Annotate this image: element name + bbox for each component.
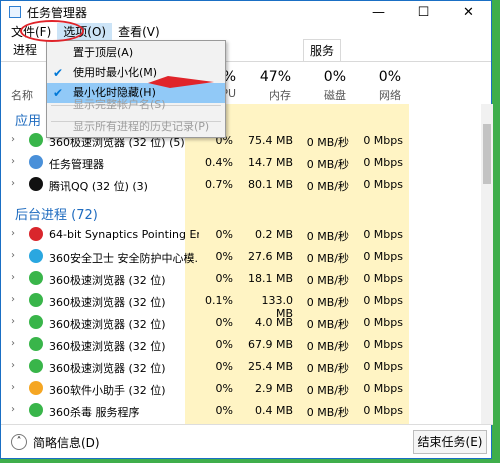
annotation-arrow [148,76,214,88]
